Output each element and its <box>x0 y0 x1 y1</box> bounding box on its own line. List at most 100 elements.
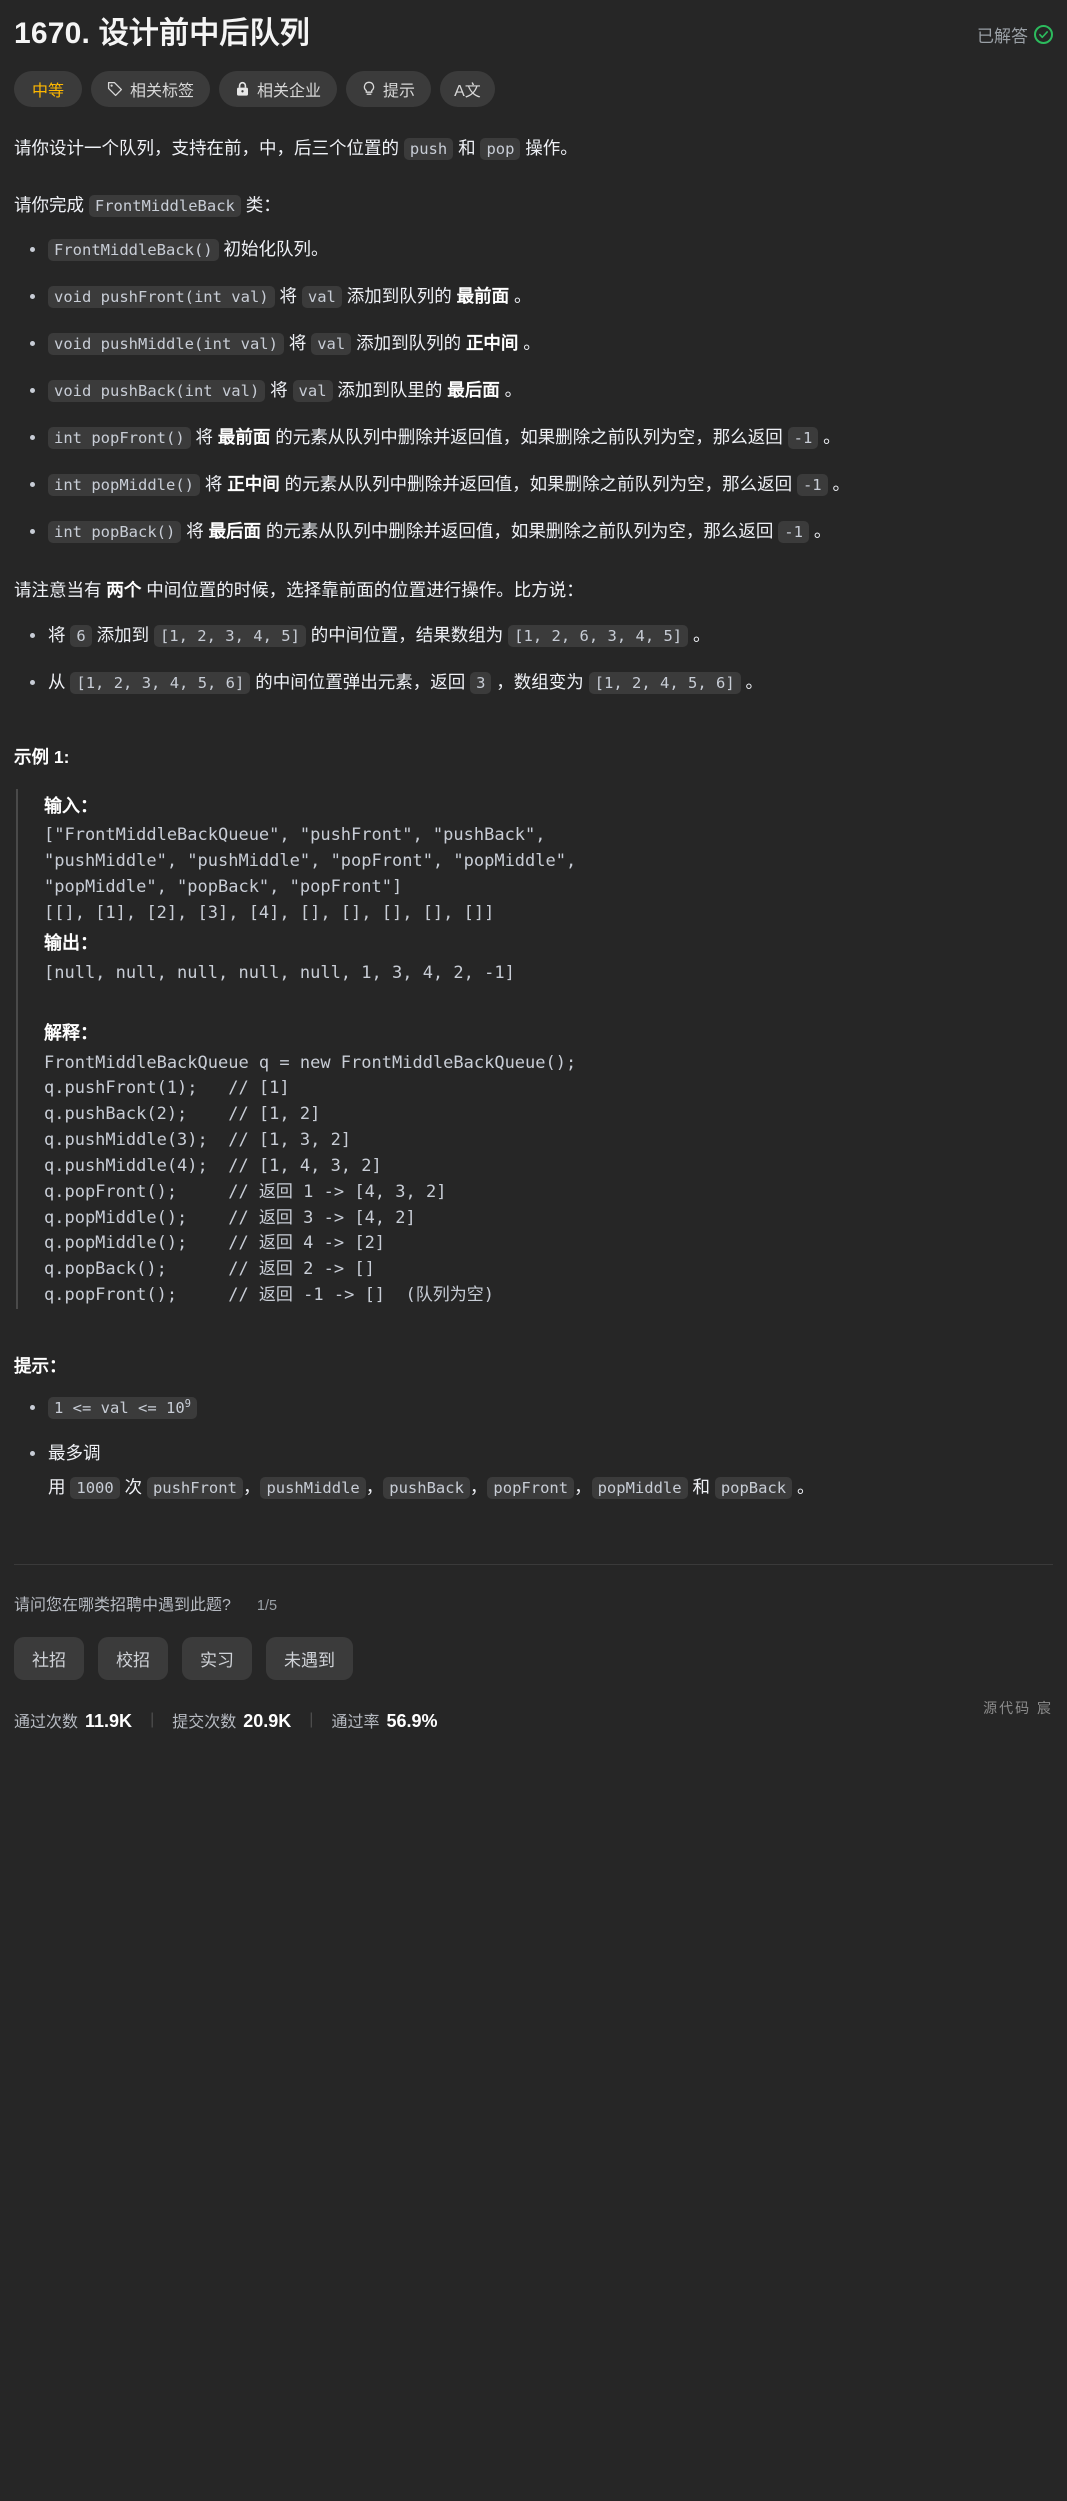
related-companies-label: 相关企业 <box>257 83 322 100</box>
method-signature: void pushBack(int val) <box>48 380 266 403</box>
method-text: 将 <box>199 474 228 495</box>
problem-header: 1670. 设计前中后队列 已解答 <box>0 0 1067 53</box>
related-companies-chip[interactable]: 相关企业 <box>219 71 338 107</box>
example-explain-value: FrontMiddleBackQueue q = new FrontMiddle… <box>44 1052 577 1306</box>
translate-icon: A文 <box>454 83 481 100</box>
stat-rate-value: 56.9% <box>386 1711 438 1732</box>
check-circle-icon <box>1034 25 1053 44</box>
method-text: 的元素从队列中删除并返回值，如果删除之前队列为空，那么返回 <box>270 427 788 448</box>
constraint-text-b: 用 <box>48 1477 71 1498</box>
code-method-pushmiddle: pushMiddle <box>260 1477 366 1500</box>
constraints-list: 1 <= val <= 109 最多调用 1000 次 pushFront， pu… <box>14 1390 1053 1504</box>
note-item-text: 从 <box>48 671 71 692</box>
method-text: 将 <box>190 427 218 448</box>
method-emphasis: 最后面 <box>208 521 262 542</box>
intro-paragraph-2: 请你完成 FrontMiddleBack 类： <box>14 190 1053 221</box>
tag-icon <box>107 81 123 97</box>
code-val-range-exponent: 9 <box>184 1397 191 1410</box>
note-text-b: 中间位置的时候，选择靠前面的位置进行操作。比方说： <box>141 580 584 601</box>
survey-option-shixi[interactable]: 实习 <box>182 1637 252 1681</box>
list-item: 将 6 添加到 [1, 2, 3, 4, 5] 的中间位置，结果数组为 [1, … <box>30 618 1053 653</box>
method-emphasis: 正中间 <box>227 474 280 495</box>
code-value: 3 <box>470 671 492 694</box>
code-method-popfront: popFront <box>487 1477 575 1500</box>
method-text: 将 <box>274 286 302 307</box>
comma: ， <box>469 1477 488 1498</box>
stat-submissions-label: 提交次数 <box>172 1714 237 1732</box>
intro-text-a: 请你设计一个队列，支持在前，中，后三个位置的 <box>14 138 404 158</box>
hint-chip[interactable]: 提示 <box>346 71 432 107</box>
status-badge: 已解答 <box>977 14 1053 47</box>
survey-option-weiyudao[interactable]: 未遇到 <box>266 1637 353 1681</box>
page-title: 1670. 设计前中后队列 <box>14 17 311 50</box>
survey-option-shezhao[interactable]: 社招 <box>14 1637 84 1681</box>
code-minus-one: -1 <box>796 474 828 497</box>
constraint-text-a: 最多调 <box>48 1442 101 1463</box>
watermark: 源代码 宸 <box>983 1700 1053 1717</box>
method-text: 。 <box>827 474 850 495</box>
survey-options: 社招 校招 实习 未遇到 <box>14 1637 1053 1681</box>
stat-submissions-value: 20.9K <box>243 1711 292 1732</box>
code-val: val <box>311 333 352 356</box>
method-text: 添加到队列的 <box>351 333 466 354</box>
method-text: 将 <box>181 521 209 542</box>
problem-content: 请你设计一个队列，支持在前，中，后三个位置的 push 和 pop 操作。 请你… <box>0 133 1067 1504</box>
method-signature: void pushFront(int val) <box>48 286 275 309</box>
related-tags-chip[interactable]: 相关标签 <box>91 71 211 107</box>
list-item: int popBack() 将 最后面 的元素从队列中删除并返回值，如果删除之前… <box>30 514 1053 549</box>
constraint-text-c: 次 <box>119 1477 147 1498</box>
related-tags-label: 相关标签 <box>130 83 195 100</box>
code-call-limit: 1000 <box>70 1477 120 1500</box>
method-text: 添加到队列的 <box>341 286 457 307</box>
example-spacer <box>44 986 1053 1016</box>
code-val: val <box>292 380 333 403</box>
method-text: 添加到队里的 <box>332 380 448 401</box>
method-text: 。 <box>808 521 832 542</box>
survey-counter: 1/5 <box>256 1598 278 1615</box>
note-item-text: 。 <box>688 624 711 645</box>
list-item: 从 [1, 2, 3, 4, 5, 6] 的中间位置弹出元素，返回 3 ，数组变… <box>30 665 1053 700</box>
method-text: 。 <box>518 333 541 354</box>
code-method-pushback: pushBack <box>383 1477 470 1500</box>
method-text: 将 <box>283 333 312 354</box>
method-text: 将 <box>265 380 293 401</box>
difficulty-chip[interactable]: 中等 <box>14 71 83 107</box>
note-text-a: 请注意当有 <box>14 580 107 601</box>
code-minus-one: -1 <box>787 427 819 450</box>
translate-chip[interactable]: A文 <box>440 71 495 107</box>
list-item: 1 <= val <= 109 <box>30 1390 1053 1424</box>
example-explain-label: 解释： <box>44 1023 98 1044</box>
code-array-after: [1, 2, 4, 5, 6] <box>588 671 741 694</box>
method-emphasis: 正中间 <box>465 333 519 354</box>
code-array-before: [1, 2, 3, 4, 5] <box>153 624 306 647</box>
intro-text-c: 操作。 <box>520 138 578 158</box>
code-pop: pop <box>480 138 521 160</box>
survey-question: 请问您在哪类招聘中遇到此题? <box>14 1597 231 1615</box>
list-item: void pushBack(int val) 将 val 添加到队里的 最后面 … <box>30 373 1053 408</box>
constraint-end: 。 <box>792 1477 815 1498</box>
note-list: 将 6 添加到 [1, 2, 3, 4, 5] 的中间位置，结果数组为 [1, … <box>14 618 1053 700</box>
code-array-before: [1, 2, 3, 4, 5, 6] <box>70 671 251 694</box>
method-signature: void pushMiddle(int val) <box>48 333 284 356</box>
method-emphasis: 最前面 <box>456 286 510 307</box>
survey-block: 请问您在哪类招聘中遇到此题? 1/5 社招 校招 实习 未遇到 <box>0 1565 1067 1681</box>
example-input-label: 输入： <box>44 795 98 816</box>
constraints-title: 提示： <box>14 1355 67 1376</box>
list-item: int popFront() 将 最前面 的元素从队列中删除并返回值，如果删除之… <box>30 420 1053 455</box>
comma: ， <box>242 1477 261 1498</box>
code-method-popmiddle: popMiddle <box>591 1477 688 1500</box>
code-val-range: 1 <= val <= 109 <box>48 1396 197 1419</box>
method-text: 。 <box>499 380 523 401</box>
stats-row: 通过次数 11.9K | 提交次数 20.9K | 通过率 56.9% <box>0 1680 1067 1732</box>
code-value: 6 <box>70 624 92 647</box>
constraints-block: 提示： 1 <= val <= 109 最多调用 1000 次 pushFron… <box>14 1353 1053 1504</box>
survey-option-xiaozhao[interactable]: 校招 <box>98 1637 168 1681</box>
stat-separator: | <box>309 1711 314 1729</box>
note-item-text: 的中间位置，结果数组为 <box>305 624 509 645</box>
note-paragraph: 请注意当有 两个 中间位置的时候，选择靠前面的位置进行操作。比方说： <box>14 575 1053 606</box>
method-text: 的元素从队列中删除并返回值，如果删除之前队列为空，那么返回 <box>279 474 797 495</box>
constraint-and: 和 <box>687 1477 715 1498</box>
example-input-value: ["FrontMiddleBackQueue", "pushFront", "p… <box>44 825 577 923</box>
list-item: int popMiddle() 将 正中间 的元素从队列中删除并返回值，如果删除… <box>30 467 1053 502</box>
note-item-text: ，数组变为 <box>491 671 589 692</box>
